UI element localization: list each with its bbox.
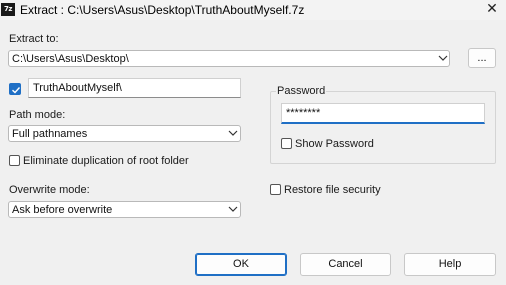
chevron-down-icon[interactable] bbox=[228, 129, 238, 137]
close-icon[interactable]: ✕ bbox=[478, 0, 506, 20]
eliminate-duplication-label[interactable]: Eliminate duplication of root folder bbox=[23, 155, 189, 167]
subfolder-checkbox[interactable] bbox=[9, 83, 21, 95]
path-mode-combo[interactable]: Full pathnames bbox=[8, 125, 241, 142]
window-title: Extract : C:\Users\Asus\Desktop\TruthAbo… bbox=[20, 3, 305, 17]
cancel-button[interactable]: Cancel bbox=[300, 253, 391, 276]
restore-security-label[interactable]: Restore file security bbox=[284, 184, 381, 196]
overwrite-mode-value: Ask before overwrite bbox=[12, 204, 113, 216]
help-button[interactable]: Help bbox=[404, 253, 496, 276]
path-mode-label: Path mode: bbox=[9, 109, 66, 121]
overwrite-mode-combo[interactable]: Ask before overwrite bbox=[8, 201, 241, 218]
password-value: ******** bbox=[286, 107, 321, 119]
extract-to-combo[interactable]: C:\Users\Asus\Desktop\ bbox=[8, 50, 450, 67]
password-input[interactable]: ******** bbox=[281, 103, 485, 124]
chevron-down-icon[interactable] bbox=[438, 54, 448, 62]
overwrite-mode-label: Overwrite mode: bbox=[9, 184, 90, 196]
ok-button[interactable]: OK bbox=[195, 253, 287, 276]
path-mode-value: Full pathnames bbox=[12, 128, 88, 140]
show-password-checkbox[interactable] bbox=[281, 138, 292, 149]
show-password-label[interactable]: Show Password bbox=[295, 138, 374, 150]
extract-to-label: Extract to: bbox=[9, 33, 59, 45]
title-bar: 7z Extract : C:\Users\Asus\Desktop\Truth… bbox=[0, 0, 506, 20]
7zip-app-icon: 7z bbox=[1, 3, 15, 16]
eliminate-duplication-checkbox[interactable] bbox=[9, 155, 20, 166]
checkmark-icon bbox=[12, 87, 21, 94]
subfolder-name-value: TruthAboutMyself\ bbox=[33, 82, 122, 94]
extract-to-value: C:\Users\Asus\Desktop\ bbox=[12, 53, 129, 65]
browse-button[interactable]: ... bbox=[468, 48, 496, 68]
restore-security-checkbox[interactable] bbox=[270, 184, 281, 195]
password-group bbox=[270, 91, 496, 164]
chevron-down-icon[interactable] bbox=[228, 205, 238, 213]
subfolder-name-input[interactable]: TruthAboutMyself\ bbox=[28, 78, 241, 98]
password-group-label: Password bbox=[276, 85, 327, 97]
